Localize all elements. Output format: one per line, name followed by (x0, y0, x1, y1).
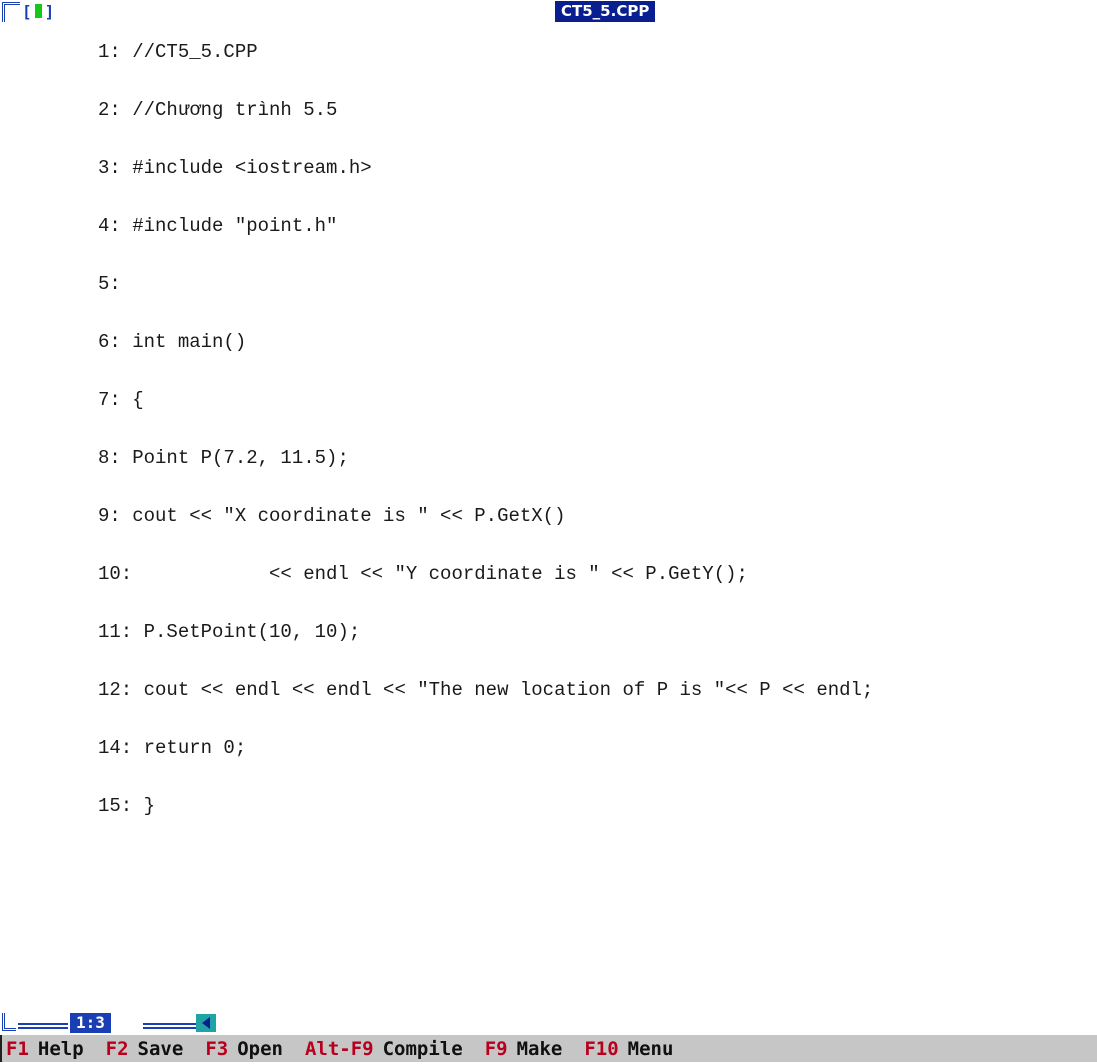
code-line-5[interactable]: 5: (98, 270, 1088, 298)
shortcut-label: Help (37, 1037, 84, 1060)
code-line-14[interactable]: 14: return 0; (98, 734, 1088, 762)
shortcut-key: F9 (484, 1037, 508, 1060)
code-line-11[interactable]: 11: P.SetPoint(10, 10); (98, 618, 1088, 646)
code-line-8[interactable]: 8: Point P(7.2, 11.5); (98, 444, 1088, 472)
close-right-bracket: ] (44, 1, 55, 21)
close-window-button[interactable]: [ ] (22, 1, 54, 21)
compile-shortcut[interactable]: Alt-F9 Compile (305, 1038, 463, 1060)
code-line-1[interactable]: 1: //CT5_5.CPP (98, 38, 1088, 66)
window-frame-corner (2, 2, 20, 22)
shortcut-label: Compile (382, 1037, 463, 1060)
scroll-left-button[interactable] (196, 1014, 216, 1032)
shortcut-key: F10 (584, 1037, 619, 1060)
code-line-12[interactable]: 12: cout << endl << endl << "The new loc… (98, 676, 1088, 704)
save-shortcut[interactable]: F2 Save (106, 1038, 184, 1060)
open-shortcut[interactable]: F3 Open (205, 1038, 283, 1060)
help-shortcut[interactable]: F1 Help (6, 1038, 84, 1060)
shortcut-label: Open (237, 1037, 283, 1060)
shortcut-key: F1 (6, 1037, 29, 1060)
make-shortcut[interactable]: F9 Make (485, 1038, 563, 1060)
cursor-position: 1:3 (70, 1013, 111, 1033)
close-icon (34, 4, 42, 18)
menu-shortcut[interactable]: F10 Menu (584, 1038, 673, 1060)
code-line-15[interactable]: 15: } (98, 792, 1088, 820)
code-editor[interactable]: 1: //CT5_5.CPP 2: //Chương trình 5.5 3: … (98, 38, 1088, 850)
frame-rule (18, 1023, 68, 1029)
function-key-bar: F1 Help F2 Save F3 Open Alt-F9 Compile F9 Mak… (0, 1035, 1097, 1062)
shortcut-key: F2 (105, 1037, 129, 1060)
window-frame-bottom-corner (2, 1013, 16, 1031)
code-line-2[interactable]: 2: //Chương trình 5.5 (98, 96, 1088, 124)
arrow-left-icon (202, 1017, 210, 1029)
window-title: CT5_5.CPP (555, 1, 656, 22)
code-line-3[interactable]: 3: #include <iostream.h> (98, 154, 1088, 182)
window-status-line: 1:3 (0, 1013, 1097, 1033)
code-line-9[interactable]: 9: cout << "X coordinate is " << P.GetX(… (98, 502, 1088, 530)
frame-rule (143, 1023, 196, 1029)
shortcut-key: F3 (205, 1037, 229, 1060)
code-line-6[interactable]: 6: int main() (98, 328, 1088, 356)
shortcut-label: Save (137, 1037, 184, 1060)
shortcut-key: Alt-F9 (304, 1037, 374, 1060)
shortcut-label: Make (516, 1037, 563, 1060)
code-line-4[interactable]: 4: #include "point.h" (98, 212, 1088, 240)
close-left-bracket: [ (22, 1, 32, 21)
code-line-7[interactable]: 7: { (98, 386, 1088, 414)
shortcut-label: Menu (627, 1037, 674, 1060)
title-bar: [ ] CT5_5.CPP (0, 0, 1097, 24)
code-line-10[interactable]: 10: << endl << "Y coordinate is " << P.G… (98, 560, 1088, 588)
